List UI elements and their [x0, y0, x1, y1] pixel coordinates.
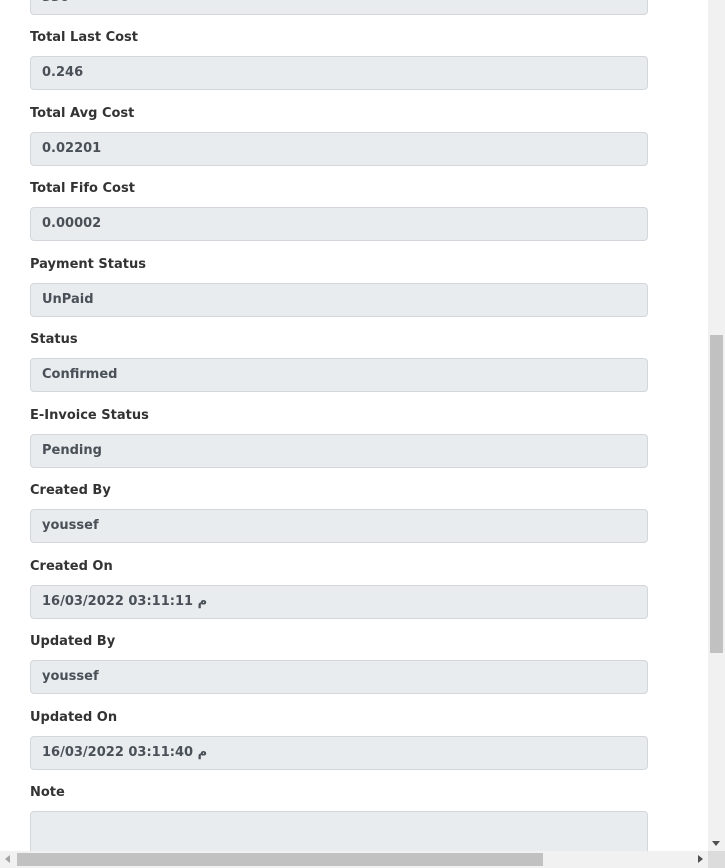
updated-on-field: 16/03/2022 03:11:40 م [30, 736, 648, 770]
total-avg-cost-value: 0.02201 [42, 141, 102, 156]
total-avg-cost-field: 0.02201 [30, 132, 648, 166]
field-top-partial: 330 [30, 0, 648, 15]
total-avg-cost-label: Total Avg Cost [30, 106, 135, 121]
scroll-left-arrow-icon[interactable] [5, 855, 10, 863]
total-fifo-cost-label: Total Fifo Cost [30, 181, 135, 196]
scroll-right-arrow-icon[interactable] [698, 855, 703, 863]
total-last-cost-label: Total Last Cost [30, 30, 138, 45]
total-fifo-cost-value: 0.00002 [42, 216, 102, 231]
updated-on-value: 16/03/2022 03:11:40 م [42, 745, 208, 760]
scrollbar-corner [708, 851, 725, 868]
payment-status-label: Payment Status [30, 257, 146, 272]
vertical-scrollbar-thumb[interactable] [710, 335, 723, 653]
updated-by-field: youssef [30, 660, 648, 694]
e-invoice-status-label: E-Invoice Status [30, 408, 149, 423]
scroll-down-arrow-icon[interactable] [712, 841, 720, 846]
created-on-field: 16/03/2022 03:11:11 م [30, 585, 648, 619]
created-on-label: Created On [30, 559, 113, 574]
field-top-partial-value: 330 [42, 0, 69, 14]
payment-status-field: UnPaid [30, 283, 648, 317]
created-on-value: 16/03/2022 03:11:11 م [42, 594, 208, 609]
horizontal-scrollbar-thumb[interactable] [17, 853, 543, 866]
status-label: Status [30, 332, 78, 347]
updated-by-value: youssef [42, 669, 99, 684]
created-by-value: youssef [42, 518, 99, 533]
total-fifo-cost-field: 0.00002 [30, 207, 648, 241]
status-field: Confirmed [30, 358, 648, 392]
created-by-label: Created By [30, 483, 111, 498]
status-value: Confirmed [42, 367, 118, 382]
created-by-field: youssef [30, 509, 648, 543]
total-last-cost-field: 0.246 [30, 56, 648, 90]
horizontal-scrollbar[interactable] [0, 851, 708, 868]
vertical-scrollbar[interactable] [708, 0, 725, 851]
e-invoice-status-value: Pending [42, 443, 102, 458]
note-textarea [30, 811, 648, 851]
total-last-cost-value: 0.246 [42, 65, 84, 80]
payment-status-value: UnPaid [42, 292, 94, 307]
note-label: Note [30, 785, 65, 800]
scroll-viewport[interactable]: 330 Total Last Cost 0.246 Total Avg Cost… [0, 0, 708, 851]
e-invoice-status-field: Pending [30, 434, 648, 468]
updated-by-label: Updated By [30, 634, 116, 649]
updated-on-label: Updated On [30, 710, 118, 725]
